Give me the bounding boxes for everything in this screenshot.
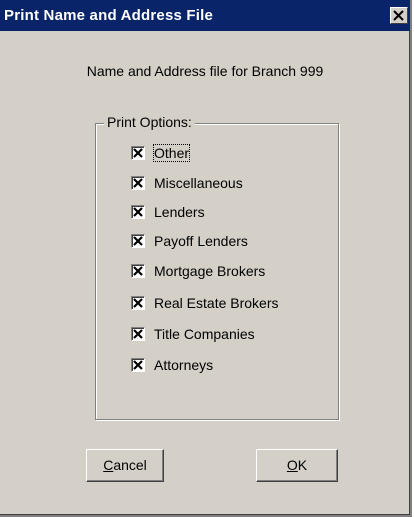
print-options-legend: Print Options: xyxy=(104,114,195,130)
checkbox-label: Miscellaneous xyxy=(154,175,243,191)
checkbox-box[interactable] xyxy=(131,358,145,372)
checkmark-x-icon xyxy=(133,236,143,246)
checkbox-label: Title Companies xyxy=(154,326,255,342)
print-dialog-window: Print Name and Address File Name and Add… xyxy=(0,0,412,517)
cancel-mnemonic: C xyxy=(103,457,114,473)
checkmark-x-icon xyxy=(133,148,143,158)
checkbox-label: Real Estate Brokers xyxy=(154,295,279,311)
ok-label-rest: K xyxy=(297,457,308,473)
title-bar[interactable]: Print Name and Address File xyxy=(0,0,410,31)
close-button[interactable] xyxy=(390,7,408,24)
checkbox-box[interactable] xyxy=(131,205,145,219)
checkmark-x-icon xyxy=(133,329,143,339)
checkbox-label: Lenders xyxy=(154,204,205,220)
cancel-label-rest: ancel xyxy=(113,457,147,473)
checkbox-box[interactable] xyxy=(131,176,145,190)
ok-mnemonic: O xyxy=(286,457,298,473)
checkbox-label: Payoff Lenders xyxy=(154,233,248,249)
checkbox-box[interactable] xyxy=(131,146,145,160)
checkmark-x-icon xyxy=(133,207,143,217)
checkmark-x-icon xyxy=(133,298,143,308)
checkmark-x-icon xyxy=(133,178,143,188)
checkbox-label: Attorneys xyxy=(154,357,214,373)
checkbox-label: Mortgage Brokers xyxy=(154,263,266,279)
cancel-button[interactable]: Cancel xyxy=(86,449,164,482)
checkbox-box[interactable] xyxy=(131,234,145,248)
checkbox-label: Other xyxy=(152,144,191,162)
checkbox-box[interactable] xyxy=(131,264,145,278)
close-icon xyxy=(393,10,404,21)
checkmark-x-icon xyxy=(133,360,143,370)
checkmark-x-icon xyxy=(133,266,143,276)
checkbox-box[interactable] xyxy=(131,327,145,341)
branch-heading: Name and Address file for Branch 999 xyxy=(86,63,324,79)
ok-button[interactable]: OK xyxy=(256,449,338,482)
checkbox-box[interactable] xyxy=(131,296,145,310)
window-title: Print Name and Address File xyxy=(4,7,214,24)
